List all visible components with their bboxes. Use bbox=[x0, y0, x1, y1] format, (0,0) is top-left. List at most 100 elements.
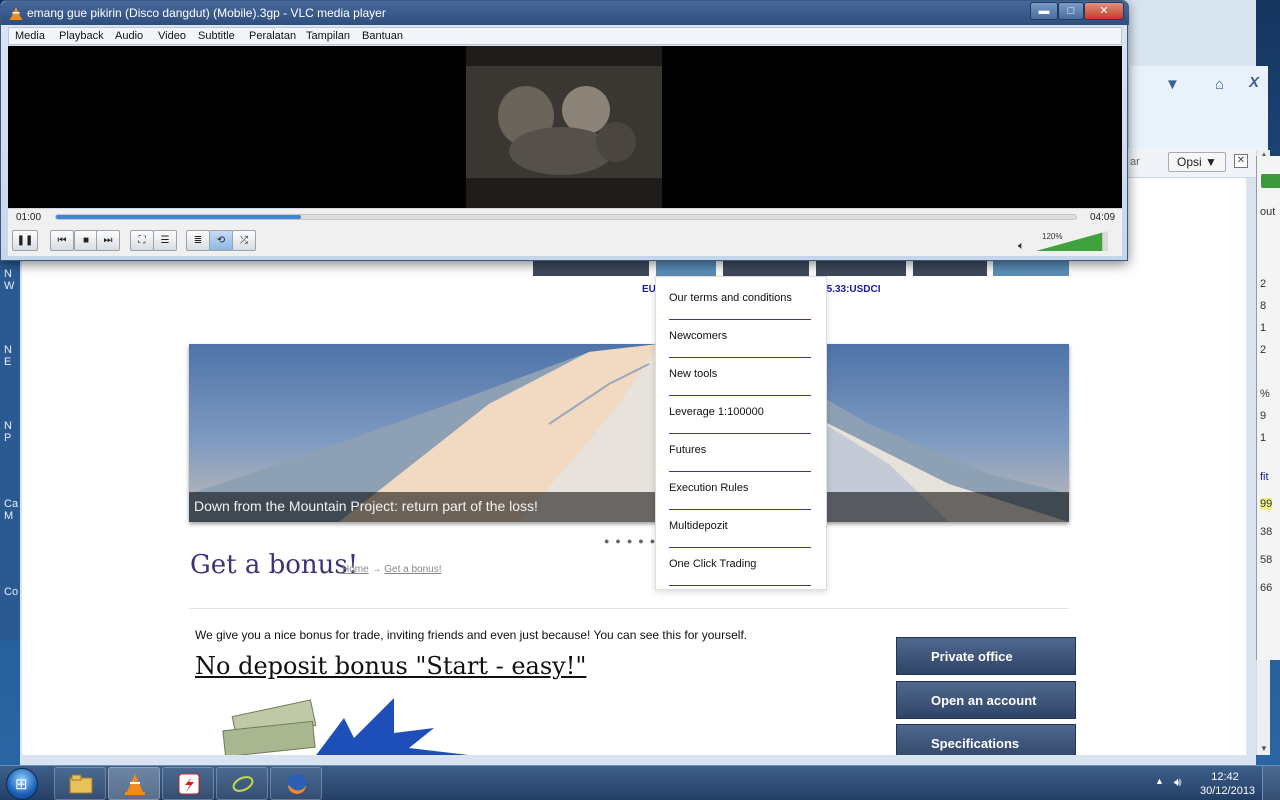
seek-bar[interactable] bbox=[55, 214, 1077, 220]
fullscreen-icon[interactable]: ⛶ bbox=[130, 230, 154, 251]
banner-slide[interactable]: Down from the Mountain Project: return p… bbox=[189, 344, 1069, 522]
taskbar-vlc[interactable] bbox=[108, 767, 160, 800]
partial-text: N bbox=[4, 420, 12, 432]
partial-text: N bbox=[4, 268, 12, 280]
breadcrumb-home-link[interactable]: Home bbox=[342, 564, 369, 575]
divider bbox=[189, 608, 1069, 609]
private-office-button[interactable]: Private office bbox=[896, 637, 1076, 675]
total-time: 04:09 bbox=[1090, 212, 1116, 223]
vlc-icon bbox=[125, 774, 145, 795]
find-bar: ar Opsi ▼ ✕ bbox=[1128, 148, 1268, 178]
equalizer-icon[interactable]: ☰ bbox=[153, 230, 177, 251]
partial-text: fit bbox=[1260, 471, 1269, 483]
menu-item-leverage[interactable]: Leverage 1:100000 bbox=[669, 396, 811, 434]
menu-peralatan[interactable]: Peralatan bbox=[249, 30, 296, 42]
loop-icon[interactable]: ⟲ bbox=[209, 230, 233, 251]
partial-text: 58 bbox=[1260, 554, 1273, 566]
menu-item-one-click-trading[interactable]: One Click Trading bbox=[669, 548, 811, 586]
options-button[interactable]: Opsi ▼ bbox=[1168, 152, 1226, 172]
specifications-button[interactable]: Specifications bbox=[896, 724, 1076, 755]
webpage: EU 1.6470 | 1.6473:USDJPY↑105.30 | 105.3… bbox=[22, 178, 1246, 755]
clock[interactable]: 12:42 30/12/2013 bbox=[1200, 770, 1256, 798]
vlc-menubar: Media Playback Audio Video Subtitle Pera… bbox=[8, 27, 1122, 45]
partial-green-button[interactable] bbox=[1261, 174, 1280, 188]
breadcrumb-current-link[interactable]: Get a bonus! bbox=[384, 564, 441, 575]
vlc-controls: 01:00 04:09 ❚❚ ⏮ ■ ⏭ ⛶ ☰ ≣ ⟲ ⤮ 🔈︎ 120% bbox=[8, 208, 1122, 256]
partial-text: % bbox=[1260, 388, 1270, 400]
explorer-icon bbox=[69, 774, 93, 794]
menu-bantuan[interactable]: Bantuan bbox=[362, 30, 403, 42]
menu-item-futures[interactable]: Futures bbox=[669, 434, 811, 472]
menu-media[interactable]: Media bbox=[15, 30, 45, 42]
previous-icon[interactable]: ⏮ bbox=[50, 230, 74, 251]
show-desktop-button[interactable] bbox=[1262, 766, 1280, 800]
bonus-image bbox=[194, 698, 494, 755]
partial-window-right: out 2 8 1 2 % 9 1 fit 99 38 58 66 bbox=[1256, 156, 1280, 660]
stop-icon[interactable]: ■ bbox=[74, 230, 98, 251]
page-title: Get a bonus! bbox=[190, 550, 359, 580]
menu-item-newcomers[interactable]: Newcomers bbox=[669, 320, 811, 358]
taskbar-app-ring[interactable] bbox=[216, 767, 268, 800]
partial-text: N bbox=[4, 344, 12, 356]
playlist-icon[interactable]: ≣ bbox=[186, 230, 210, 251]
taskbar-firefox[interactable] bbox=[270, 767, 322, 800]
taskbar-explorer[interactable] bbox=[54, 767, 106, 800]
scroll-down-icon[interactable]: ▼ bbox=[1260, 744, 1268, 753]
vlc-titlebar[interactable]: emang gue pikirin (Disco dangdut) (Mobil… bbox=[1, 1, 1129, 25]
volume-icon[interactable]: 🔈︎ bbox=[1018, 240, 1025, 253]
home-icon[interactable]: ⌂ bbox=[1215, 76, 1224, 93]
close-x-icon[interactable]: X bbox=[1249, 74, 1259, 91]
close-button[interactable]: ✕ bbox=[1084, 2, 1124, 20]
menu-item-execution-rules[interactable]: Execution Rules bbox=[669, 472, 811, 510]
menu-video[interactable]: Video bbox=[158, 30, 186, 42]
banner-caption: Down from the Mountain Project: return p… bbox=[189, 492, 1069, 522]
taskbar-app-red[interactable] bbox=[162, 767, 214, 800]
tray-expand-icon[interactable]: ▲ bbox=[1155, 776, 1164, 786]
menu-tampilan[interactable]: Tampilan bbox=[306, 30, 350, 42]
tray-volume-icon[interactable]: 🔊︎ bbox=[1174, 775, 1182, 790]
pause-icon[interactable]: ❚❚ bbox=[12, 230, 38, 251]
start-button[interactable]: ⊞ bbox=[6, 768, 38, 800]
nav-dropdown-menu: Our terms and conditions Newcomers New t… bbox=[655, 276, 827, 590]
video-area[interactable] bbox=[8, 46, 1122, 208]
partial-text: 66 bbox=[1260, 582, 1273, 594]
menu-playback[interactable]: Playback bbox=[59, 30, 104, 42]
clock-time: 12:42 bbox=[1211, 771, 1239, 783]
taskbar: ⊞ ▲ 🔊︎ 12:42 30/12/2013 bbox=[0, 765, 1280, 800]
feed-icon[interactable]: ▼ bbox=[1165, 76, 1180, 93]
partial-text: Co bbox=[4, 586, 19, 598]
app-red-icon bbox=[178, 773, 200, 795]
menu-item-multidepozit[interactable]: Multidepozit bbox=[669, 510, 811, 548]
volume-percent: 120% bbox=[1042, 232, 1063, 241]
vlc-window: emang gue pikirin (Disco dangdut) (Mobil… bbox=[0, 0, 1129, 261]
elapsed-time: 01:00 bbox=[16, 212, 42, 223]
partial-text: E bbox=[4, 356, 12, 368]
shuffle-icon[interactable]: ⤮ bbox=[232, 230, 256, 251]
bonus-heading-link[interactable]: No deposit bonus "Start - easy!" bbox=[195, 652, 586, 680]
partial-text: 99 bbox=[1260, 498, 1273, 510]
next-icon[interactable]: ⏭ bbox=[96, 230, 120, 251]
partial-text: P bbox=[4, 432, 12, 444]
browser-toolbar: ▼ ⌂ X bbox=[1128, 66, 1268, 148]
vlc-window-title: emang gue pikirin (Disco dangdut) (Mobil… bbox=[27, 6, 386, 20]
partial-text: 9 bbox=[1260, 410, 1267, 422]
seek-progress bbox=[56, 215, 301, 219]
menu-item-terms[interactable]: Our terms and conditions bbox=[669, 282, 811, 320]
open-account-button[interactable]: Open an account bbox=[896, 681, 1076, 719]
find-close-icon[interactable]: ✕ bbox=[1234, 154, 1248, 168]
slider-dots[interactable]: ●●●●● bbox=[604, 536, 661, 546]
app-ring-icon bbox=[232, 776, 254, 792]
partial-window-left: N W N E N P Ca M Co bbox=[0, 260, 20, 640]
partial-text: Ca bbox=[4, 498, 19, 510]
maximize-button[interactable]: □ bbox=[1058, 2, 1084, 20]
minimize-button[interactable]: ▬ bbox=[1030, 2, 1058, 20]
partial-text: M bbox=[4, 510, 14, 522]
partial-text: out bbox=[1260, 206, 1276, 218]
menu-audio[interactable]: Audio bbox=[115, 30, 143, 42]
partial-text: 8 bbox=[1260, 300, 1267, 312]
vlc-cone-icon bbox=[10, 7, 22, 20]
clock-date: 30/12/2013 bbox=[1200, 785, 1256, 797]
menu-item-new-tools[interactable]: New tools bbox=[669, 358, 811, 396]
menu-subtitle[interactable]: Subtitle bbox=[198, 30, 235, 42]
partial-text: 2 bbox=[1260, 278, 1267, 290]
